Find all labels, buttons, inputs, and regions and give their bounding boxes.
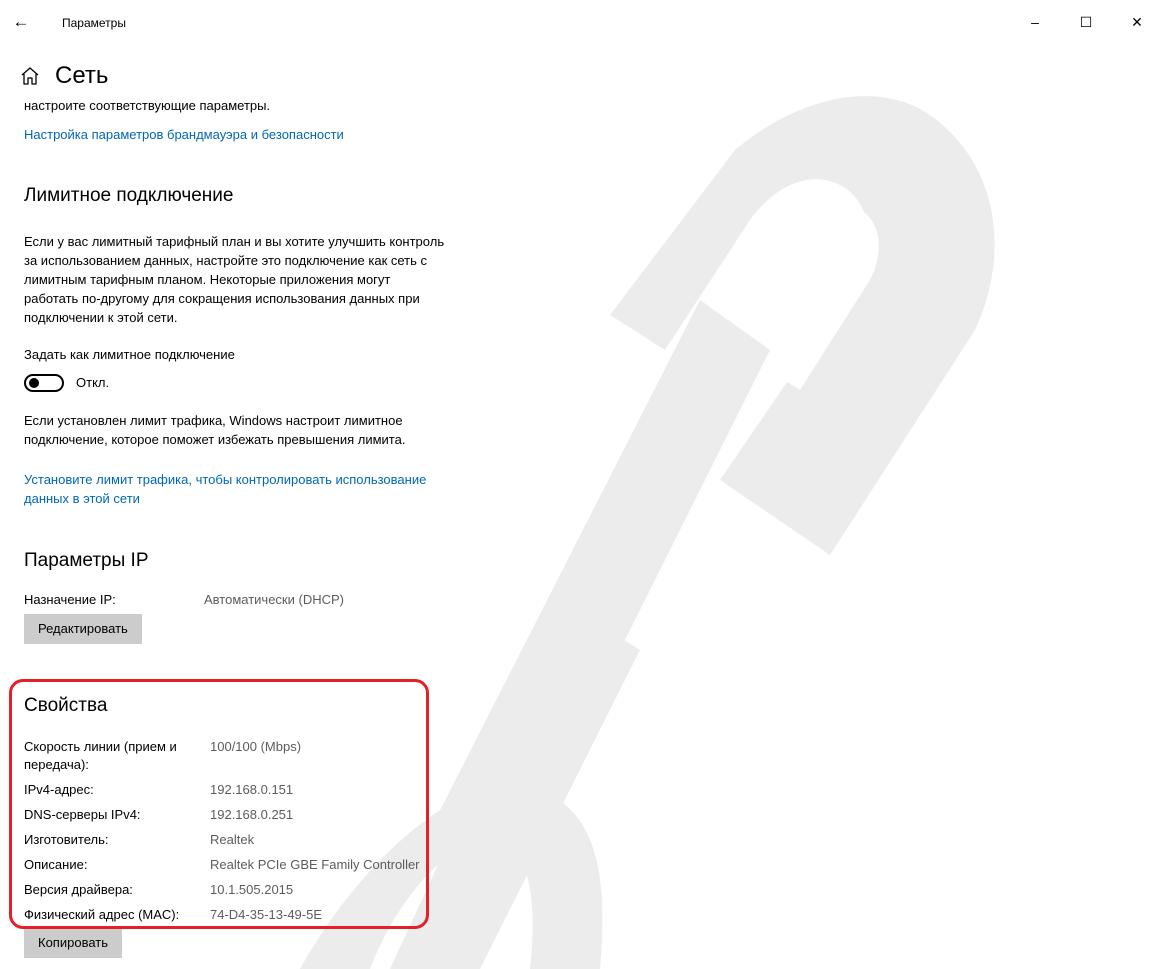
prop-value: 100/100 (Mbps) xyxy=(210,739,302,754)
traffic-limit-link[interactable]: Установите лимит трафика, чтобы контроли… xyxy=(24,470,426,508)
ip-assignment-label: Назначение IP: xyxy=(24,592,116,607)
traffic-limit-line: Если установлен лимит трафика, Windows н… xyxy=(24,413,403,428)
prop-value: Realtek PCIe GBE Family Controller xyxy=(210,857,420,872)
prop-label: Описание: xyxy=(24,857,88,872)
app-title: Параметры xyxy=(62,16,126,30)
prop-label: Скорость линии (прием и передача): xyxy=(24,739,177,772)
prop-label: Версия драйвера: xyxy=(24,882,133,897)
page-header: Сеть xyxy=(19,62,108,90)
traffic-limit-text: Если установлен лимит трафика, Windows н… xyxy=(24,411,405,449)
prop-label: DNS-серверы IPv4: xyxy=(24,807,141,822)
traffic-limit-link-line[interactable]: Установите лимит трафика, чтобы контроли… xyxy=(24,470,426,489)
prop-value: 192.168.0.251 xyxy=(210,807,294,822)
prop-value: 192.168.0.151 xyxy=(210,782,294,797)
prop-value: 74-D4-35-13-49-5E xyxy=(210,907,323,922)
ip-assignment-value: Автоматически (DHCP) xyxy=(204,592,344,607)
traffic-limit-link-line[interactable]: данных в этой сети xyxy=(24,489,426,508)
page-title: Сеть xyxy=(55,62,109,89)
prop-label: Изготовитель: xyxy=(24,832,109,847)
prop-value: Realtek xyxy=(210,832,255,847)
traffic-limit-line: подключение, которое поможет избежать пр… xyxy=(24,432,406,447)
toggle-knob xyxy=(29,378,39,388)
firewall-intro-text: настроите соответствующие параметры. xyxy=(24,98,271,113)
metered-description-line: за использованием данных, настройте это … xyxy=(24,253,428,268)
prop-value: 10.1.505.2015 xyxy=(210,882,294,897)
home-icon[interactable] xyxy=(19,65,41,87)
prop-label: Физический адрес (MAC): xyxy=(24,907,180,922)
metered-description-line: работать по-другому для сокращения испол… xyxy=(24,291,420,306)
properties-section-title: Свойства xyxy=(24,695,108,716)
edit-ip-button[interactable]: Редактировать xyxy=(24,614,142,644)
metered-toggle-state: Откл. xyxy=(76,375,110,390)
metered-description-line: Если у вас лимитный тарифный план и вы х… xyxy=(24,234,445,249)
metered-toggle-switch[interactable] xyxy=(24,374,64,392)
back-arrow-icon[interactable]: ← xyxy=(8,10,34,34)
metered-toggle-caption: Задать как лимитное подключение xyxy=(24,347,235,362)
title-bar: ← Параметры – ☐ ✕ xyxy=(0,0,1162,44)
metered-description-line: подключении к этой сети. xyxy=(24,310,178,325)
prop-label: IPv4-адрес: xyxy=(24,782,94,797)
copy-properties-button[interactable]: Копировать xyxy=(24,928,122,958)
metered-section-title: Лимитное подключение xyxy=(24,185,234,206)
firewall-settings-link[interactable]: Настройка параметров брандмауэра и безоп… xyxy=(24,125,344,144)
metered-description: Если у вас лимитный тарифный план и вы х… xyxy=(24,232,444,327)
minimize-button[interactable]: – xyxy=(1020,10,1050,34)
maximize-button[interactable]: ☐ xyxy=(1071,10,1101,34)
ip-section-title: Параметры IP xyxy=(24,550,149,571)
metered-description-line: лимитным тарифным планом. Некоторые прил… xyxy=(24,272,391,287)
close-button[interactable]: ✕ xyxy=(1122,10,1152,34)
